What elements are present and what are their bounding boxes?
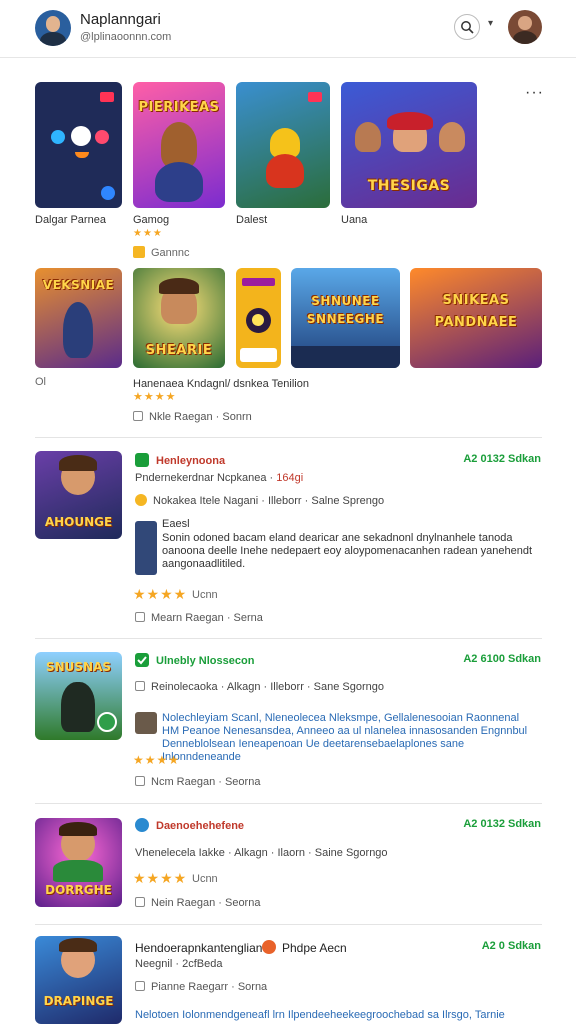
- card-price: A2 0132 Sdkan: [463, 818, 541, 830]
- select-checkbox[interactable]: [135, 897, 145, 907]
- tile-title-art: DRAPINGE: [43, 994, 114, 1008]
- card-thumbnail[interactable]: SNUSNAS: [35, 652, 122, 740]
- tile-caption: Dalest: [236, 214, 268, 226]
- mini-thumbnail[interactable]: [135, 712, 157, 734]
- card-meta: Nein Raegan · Seorna: [135, 897, 260, 909]
- card-title[interactable]: Daenoehehefene: [156, 820, 244, 832]
- divider: [35, 803, 542, 804]
- fire-icon: [262, 940, 276, 954]
- badge-icon: [135, 494, 147, 506]
- game-tile[interactable]: SNIKEAS PANDNAEE: [410, 268, 542, 368]
- card-subtitle: Phdpe Aecn: [282, 941, 347, 955]
- select-checkbox[interactable]: [133, 411, 143, 421]
- row-caption: Ol: [35, 376, 46, 388]
- card-price: A2 6100 Sdkan: [463, 653, 541, 665]
- divider: [35, 437, 542, 438]
- card-price: A2 0 Sdkan: [481, 940, 541, 952]
- game-tile[interactable]: [35, 82, 122, 208]
- profile-handle: @lplinaoonnn.com: [80, 31, 172, 43]
- category-badge: Gannnc: [133, 246, 190, 259]
- card-description: Sonin odoned bacam eland dearicar ane se…: [162, 532, 533, 570]
- rating-stars: ★★★★: [133, 586, 188, 602]
- card-thumbnail[interactable]: DORRGHE: [35, 818, 122, 907]
- card-details: Neegnil · 2cfBeda: [135, 958, 223, 970]
- tile-title-art: PIERIKEAS: [138, 100, 220, 115]
- card-title[interactable]: Henleynoona: [156, 455, 225, 467]
- game-tile[interactable]: SHEARIE: [133, 268, 225, 368]
- rating-text: Ucnn: [192, 589, 218, 601]
- verified-icon: [135, 653, 149, 667]
- tile-title-art: AHOUNGE: [44, 515, 113, 529]
- rating-stars: ★★★★: [133, 391, 177, 403]
- app-header: Naplanngari @lplinaoonnn.com ▾: [0, 0, 576, 58]
- tile-caption: Uana: [341, 214, 368, 226]
- rating-text: Ucnn: [192, 873, 218, 885]
- game-tile[interactable]: [236, 268, 281, 368]
- profile-avatar[interactable]: [35, 10, 71, 46]
- card-title[interactable]: Ulnebly Nlossecon: [156, 655, 254, 667]
- app-icon: [135, 453, 149, 467]
- rating-stars: ★★★★: [133, 870, 188, 886]
- tile-title-art: DORRGHE: [45, 883, 112, 897]
- game-tile[interactable]: [236, 82, 330, 208]
- select-checkbox[interactable]: [135, 776, 145, 786]
- tile-caption: Dalgar Parnea: [35, 214, 106, 226]
- card-details: Vhenelecela Iakke · Alkagn · Ilaorn · Sa…: [135, 847, 388, 859]
- tile-title-art: SNUSNAS: [45, 660, 112, 674]
- rating-stars: ★★★★: [133, 753, 181, 767]
- divider: [35, 638, 542, 639]
- tile-title-art: SHNUNEE SNNEEGHE: [306, 294, 385, 326]
- chevron-down-icon[interactable]: ▾: [488, 18, 493, 29]
- select-checkbox[interactable]: [135, 681, 145, 691]
- card-description: Nelotoen Iolonmendgeneafl lrn Ilpendeehe…: [135, 1009, 505, 1021]
- tile-title-art: SNIKEAS PANDNAEE: [434, 293, 518, 330]
- card-price: A2 0132 Sdkan: [463, 453, 541, 465]
- tile-title-art: THESIGAS: [367, 178, 451, 194]
- rating-stars: ★★★: [133, 228, 163, 239]
- card-details: Reinolecaoka · Alkagn · Illeborr · Sane …: [135, 681, 384, 693]
- divider: [35, 924, 542, 925]
- select-checkbox[interactable]: [135, 612, 145, 622]
- card-details: Nokakea Itele Nagani · Illeborr · Salne …: [135, 494, 384, 507]
- card-thumbnail[interactable]: AHOUNGE: [35, 451, 122, 539]
- mini-thumbnail[interactable]: [135, 521, 157, 575]
- tile-title-art: VEKSNIAE: [42, 278, 115, 292]
- select-checkbox[interactable]: [135, 981, 145, 991]
- tile-caption: Gamog: [133, 214, 170, 226]
- tile-title-art: SHEARIE: [145, 343, 213, 358]
- game-tile[interactable]: VEKSNIAE: [35, 268, 122, 368]
- row-meta: Nkle Raegan · Sonrn: [133, 411, 252, 423]
- game-tile[interactable]: PIERIKEAS: [133, 82, 225, 208]
- card-meta: Mearn Raegan · Serna: [135, 612, 263, 624]
- card-subtitle: Pndernekerdnar Ncpkanea · 164gi: [135, 472, 304, 484]
- game-tile[interactable]: SHNUNEE SNNEEGHE: [291, 268, 400, 368]
- badge-icon: [133, 246, 145, 258]
- search-icon[interactable]: [454, 14, 480, 40]
- app-icon: [135, 818, 149, 832]
- game-tile[interactable]: THESIGAS: [341, 82, 477, 208]
- card-description: Nolechleyiam Scanl, Nleneolecea Nleksmpe…: [162, 712, 528, 763]
- more-options-icon[interactable]: ···: [525, 84, 544, 102]
- mini-label: Eaesl: [162, 518, 190, 530]
- card-meta: Ncm Raegan · Seorna: [135, 776, 260, 788]
- card-thumbnail[interactable]: DRAPINGE: [35, 936, 122, 1024]
- card-meta: Pianne Raegarr · Sorna: [135, 981, 267, 993]
- card-title[interactable]: Hendoerapnkantenglian: [135, 941, 262, 955]
- profile-name: Naplanngari: [80, 11, 161, 28]
- section-headline: Hanenaea Kndagnl/ dsnkea Tenilion: [133, 378, 309, 390]
- account-avatar[interactable]: [508, 10, 542, 44]
